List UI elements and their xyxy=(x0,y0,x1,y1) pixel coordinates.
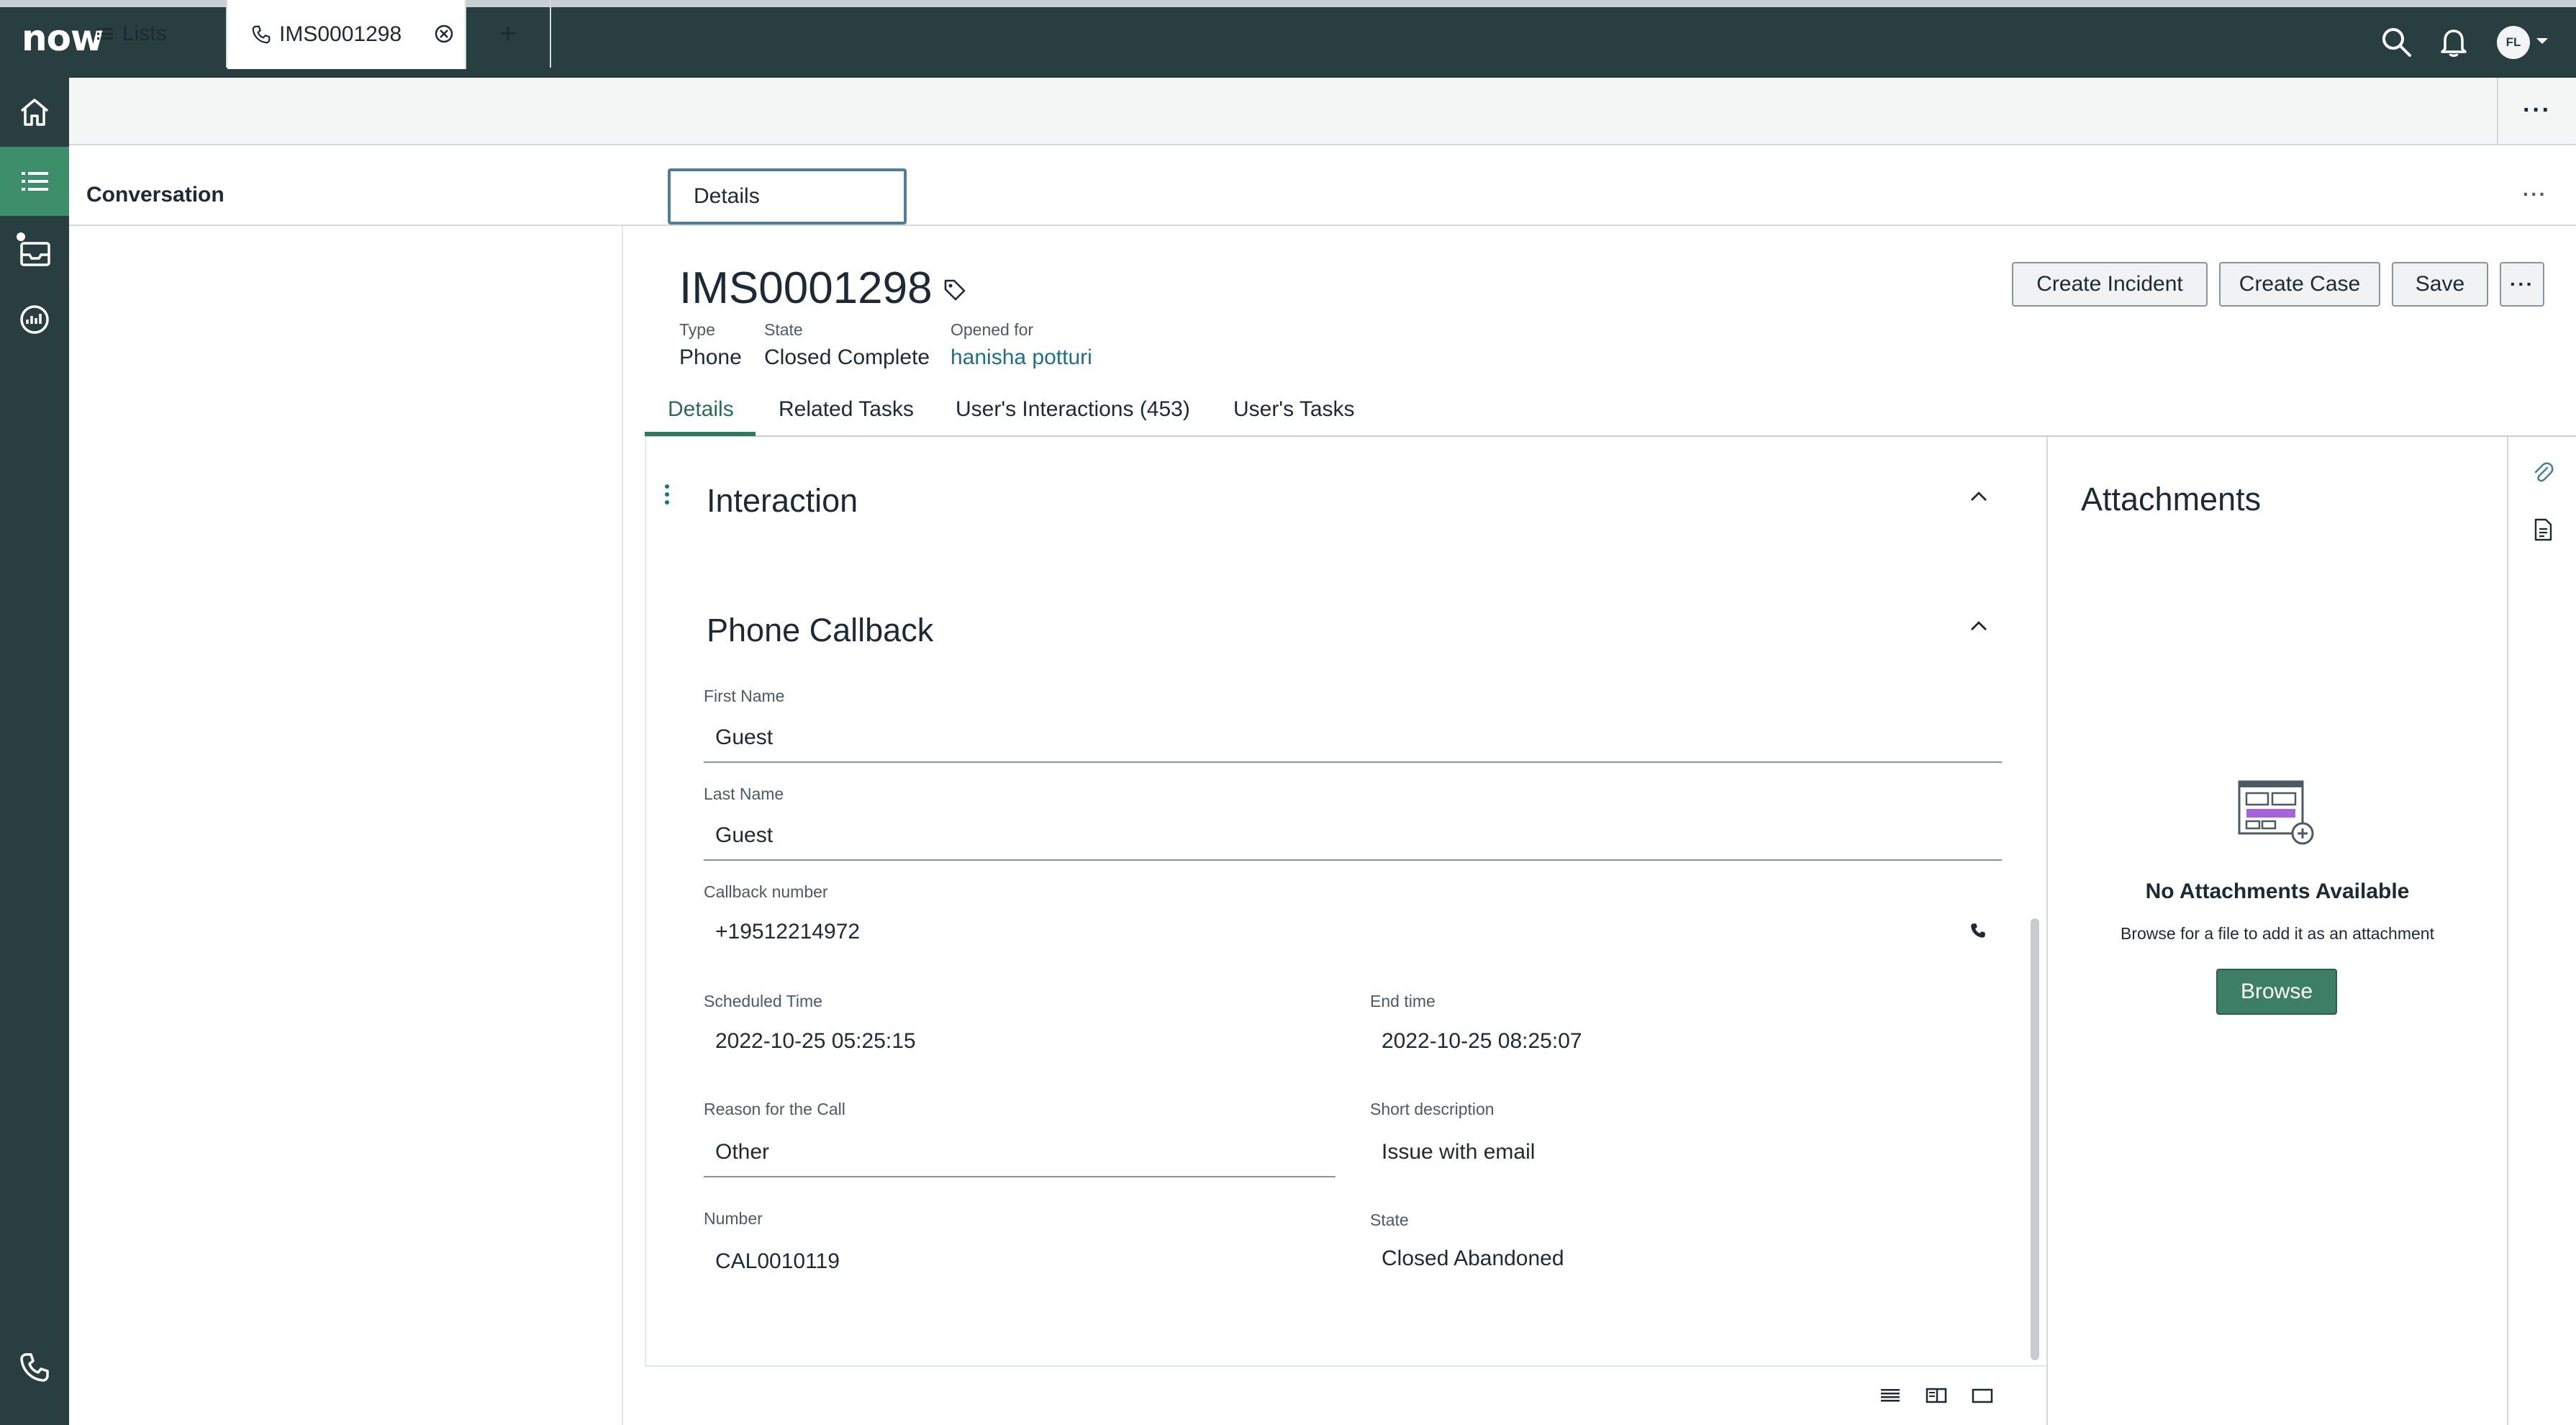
type-label: Type xyxy=(679,320,715,339)
tab-lists[interactable]: Lists xyxy=(69,0,227,68)
save-button[interactable]: Save xyxy=(2392,262,2488,307)
search-icon[interactable] xyxy=(2379,24,2413,59)
more-icon[interactable]: ··· xyxy=(2523,98,2552,122)
subtab-details[interactable]: Details xyxy=(668,397,734,422)
bell-icon[interactable] xyxy=(2436,24,2471,59)
tag-icon[interactable] xyxy=(943,278,967,302)
subtab-user-interactions[interactable]: User's Interactions (453) xyxy=(956,397,1190,422)
record-number: IMS0001298 xyxy=(679,263,933,313)
split-view-icon[interactable] xyxy=(1926,1385,1947,1406)
state-value: Closed Complete xyxy=(764,345,930,369)
list-icon xyxy=(95,24,115,44)
document-icon[interactable] xyxy=(2533,518,2553,541)
more-icon: ··· xyxy=(2510,273,2534,295)
end-time-field[interactable]: 2022-10-25 08:25:07 xyxy=(1382,1029,1582,1054)
last-name-field[interactable]: Guest xyxy=(715,823,773,848)
tab-label: IMS0001298 xyxy=(279,22,402,46)
phone-icon xyxy=(250,24,272,45)
number-field[interactable]: CAL0010119 xyxy=(715,1249,840,1274)
add-tab-button[interactable]: + xyxy=(466,0,551,68)
details-tab[interactable]: Details xyxy=(668,168,907,225)
tab-record[interactable]: IMS0001298 xyxy=(227,0,466,69)
state-label: State xyxy=(764,320,803,339)
tab-label: Lists xyxy=(122,22,167,45)
workspace-header xyxy=(69,145,2576,226)
field-underline xyxy=(704,1176,1335,1177)
list-icon[interactable] xyxy=(0,147,69,216)
opened-for-label: Opened for xyxy=(951,320,1034,339)
number-label: Number xyxy=(704,1209,763,1228)
more-icon[interactable]: ··· xyxy=(2523,184,2547,204)
active-subtab-indicator xyxy=(645,432,756,436)
conversation-title: Conversation xyxy=(86,183,225,207)
scheduled-time-field[interactable]: 2022-10-25 05:25:15 xyxy=(715,1029,916,1054)
first-name-label: First Name xyxy=(704,687,785,705)
single-view-icon[interactable] xyxy=(1972,1385,1993,1406)
callback-number-label: Callback number xyxy=(704,882,828,901)
create-incident-button[interactable]: Create Incident xyxy=(2012,262,2208,307)
reason-field[interactable]: Other xyxy=(715,1140,769,1164)
callback-number-field[interactable]: +19512214972 xyxy=(715,920,860,944)
more-actions-button[interactable]: ··· xyxy=(2500,262,2544,307)
type-value: Phone xyxy=(679,345,742,369)
divider xyxy=(2497,78,2498,145)
user-avatar[interactable]: FL xyxy=(2497,26,2530,59)
chevron-down-icon[interactable] xyxy=(2534,33,2550,49)
list-view-icon[interactable] xyxy=(1879,1385,1901,1406)
field-underline xyxy=(704,761,2002,763)
right-rail xyxy=(2508,437,2576,1425)
field-underline xyxy=(704,859,2002,861)
last-name-label: Last Name xyxy=(704,784,784,803)
callback-state-field[interactable]: Closed Abandoned xyxy=(1382,1247,1564,1271)
form-scrollbar[interactable] xyxy=(2031,918,2039,1360)
paperclip-icon[interactable] xyxy=(2531,461,2554,485)
create-case-button[interactable]: Create Case xyxy=(2219,262,2380,307)
interaction-section-title: Interaction xyxy=(707,482,858,519)
close-icon[interactable] xyxy=(433,23,455,45)
opened-for-link[interactable]: hanisha potturi xyxy=(951,345,1092,370)
no-attachments-title: No Attachments Available xyxy=(2145,879,2410,903)
short-description-field[interactable]: Issue with email xyxy=(1382,1140,1535,1164)
browse-hint: Browse for a file to add it as an attach… xyxy=(2121,924,2434,943)
drag-handle-icon[interactable] xyxy=(663,484,671,505)
dashboard-icon[interactable] xyxy=(0,285,69,354)
short-description-label: Short description xyxy=(1370,1100,1495,1118)
attachments-title: Attachments xyxy=(2081,481,2262,517)
subtab-related-tasks[interactable]: Related Tasks xyxy=(779,397,914,422)
scheduled-time-label: Scheduled Time xyxy=(704,992,822,1010)
home-icon[interactable] xyxy=(0,78,69,147)
subtab-user-tasks[interactable]: User's Tasks xyxy=(1233,397,1355,422)
end-time-label: End time xyxy=(1370,992,1436,1010)
first-name-field[interactable]: Guest xyxy=(715,725,773,750)
callback-state-label: State xyxy=(1370,1211,1409,1229)
form-area xyxy=(645,437,2046,1367)
chevron-up-icon[interactable] xyxy=(1969,487,1989,507)
reason-label: Reason for the Call xyxy=(704,1100,845,1118)
inbox-icon[interactable] xyxy=(0,216,69,285)
workspace-tab-bar xyxy=(69,78,2576,145)
attachment-placeholder-icon xyxy=(2236,777,2317,846)
conversation-panel xyxy=(69,226,623,1425)
phone-callback-section-title: Phone Callback xyxy=(707,612,934,648)
browse-button[interactable]: Browse xyxy=(2216,969,2337,1015)
phone-icon[interactable] xyxy=(0,1333,69,1402)
chevron-up-icon[interactable] xyxy=(1969,616,1989,636)
phone-icon[interactable] xyxy=(1969,921,1987,940)
